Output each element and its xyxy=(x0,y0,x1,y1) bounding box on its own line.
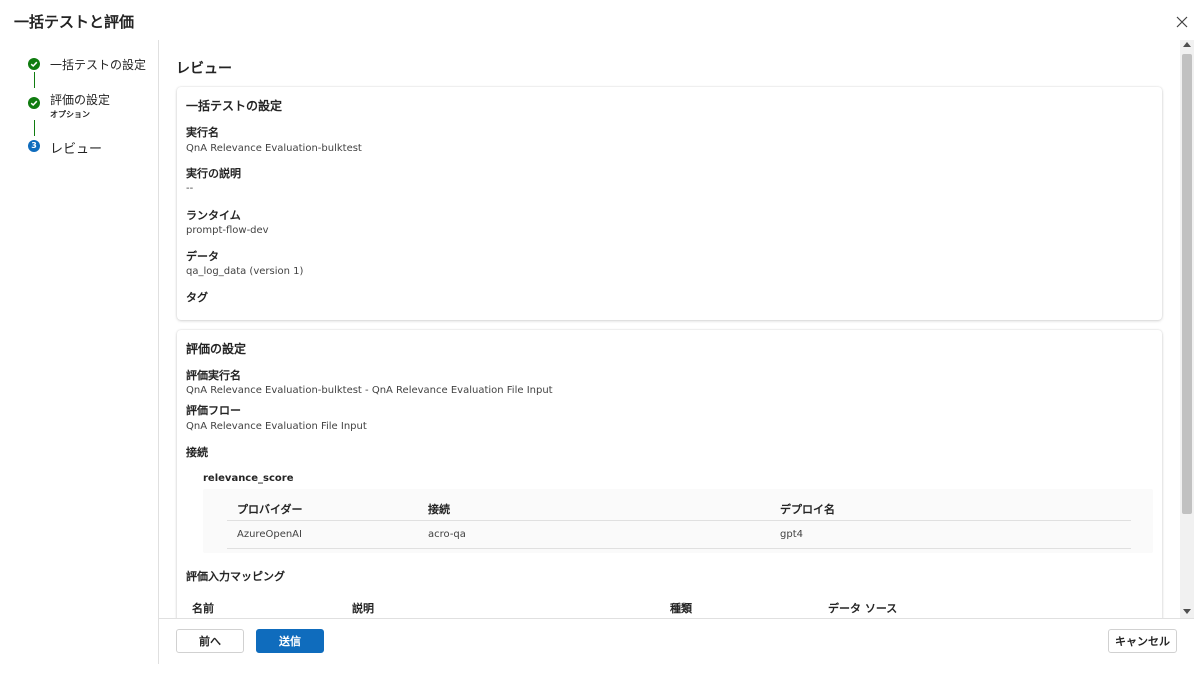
close-icon xyxy=(1176,16,1188,28)
submit-button[interactable]: 送信 xyxy=(256,629,324,653)
checkmark-circle-icon xyxy=(28,58,40,70)
back-button[interactable]: 前へ xyxy=(176,629,244,653)
step-label: 評価の設定 xyxy=(50,93,111,107)
checkmark-circle-icon xyxy=(28,97,40,109)
bulk-test-card: 一括テストの設定 実行名 QnA Relevance Evaluation-bu… xyxy=(177,87,1162,320)
close-button[interactable] xyxy=(1174,14,1190,30)
eval-flow-value: QnA Relevance Evaluation File Input xyxy=(186,421,367,432)
card-title: 評価の設定 xyxy=(186,342,247,356)
step-label: レビュー xyxy=(50,142,103,157)
data-value: qa_log_data (version 1) xyxy=(186,266,304,277)
column-header: 接続 xyxy=(428,503,450,516)
cancel-button[interactable]: キャンセル xyxy=(1108,629,1177,653)
table-row: AzureOpenAI acro-qa gpt4 xyxy=(227,521,1131,549)
runtime-label: ランタイム xyxy=(186,209,241,222)
connection-table: プロバイダー 接続 デプロイ名 AzureOpenAI acro-qa gpt4 xyxy=(203,489,1153,553)
evaluation-card: 評価の設定 評価実行名 QnA Relevance Evaluation-bul… xyxy=(177,330,1162,618)
step-evaluation-settings[interactable]: 評価の設定 オプション xyxy=(28,91,110,120)
column-header: デプロイ名 xyxy=(780,503,835,516)
column-header: データ ソース xyxy=(828,602,898,615)
review-content: レビュー 一括テストの設定 実行名 QnA Relevance Evaluati… xyxy=(159,40,1180,618)
eval-run-name-value: QnA Relevance Evaluation-bulktest - QnA … xyxy=(186,385,553,396)
scroll-up-arrow-icon[interactable] xyxy=(1183,42,1191,47)
step-connector xyxy=(34,72,35,88)
run-description-value: -- xyxy=(186,183,194,194)
table-cell: AzureOpenAI xyxy=(237,529,302,540)
scroll-thumb[interactable] xyxy=(1182,54,1192,514)
run-description-label: 実行の説明 xyxy=(186,167,241,180)
input-mapping-title: 評価入力マッピング xyxy=(186,570,285,583)
column-header: 説明 xyxy=(352,602,374,615)
step-optional-label: オプション xyxy=(50,110,90,119)
eval-run-name-label: 評価実行名 xyxy=(186,369,241,382)
step-number-icon: 3 xyxy=(28,140,40,152)
run-name-label: 実行名 xyxy=(186,126,219,139)
tags-label: タグ xyxy=(186,291,208,304)
card-title: 一括テストの設定 xyxy=(186,99,283,113)
connection-label: 接続 xyxy=(186,446,208,459)
column-header: プロバイダー xyxy=(237,503,303,516)
table-header-row: プロバイダー 接続 デプロイ名 xyxy=(227,493,1131,521)
column-header: 名前 xyxy=(192,602,214,615)
table-cell: acro-qa xyxy=(428,529,466,540)
step-connector xyxy=(34,120,35,136)
data-label: データ xyxy=(186,250,219,263)
page-title: レビュー xyxy=(176,61,232,77)
table-cell: gpt4 xyxy=(780,529,803,540)
vertical-scrollbar[interactable] xyxy=(1180,40,1194,618)
eval-flow-label: 評価フロー xyxy=(186,404,241,417)
run-name-value: QnA Relevance Evaluation-bulktest xyxy=(186,143,362,154)
connection-group-name: relevance_score xyxy=(203,473,294,484)
dialog-title: 一括テストと評価 xyxy=(14,13,135,31)
runtime-value: prompt-flow-dev xyxy=(186,225,269,236)
step-label: 一括テストの設定 xyxy=(50,58,147,72)
step-review[interactable]: 3 レビュー xyxy=(28,138,102,157)
step-bulk-test-settings[interactable]: 一括テストの設定 xyxy=(28,56,146,73)
column-header: 種類 xyxy=(670,602,692,615)
footer-divider xyxy=(159,618,1194,619)
scroll-down-arrow-icon[interactable] xyxy=(1183,609,1191,614)
